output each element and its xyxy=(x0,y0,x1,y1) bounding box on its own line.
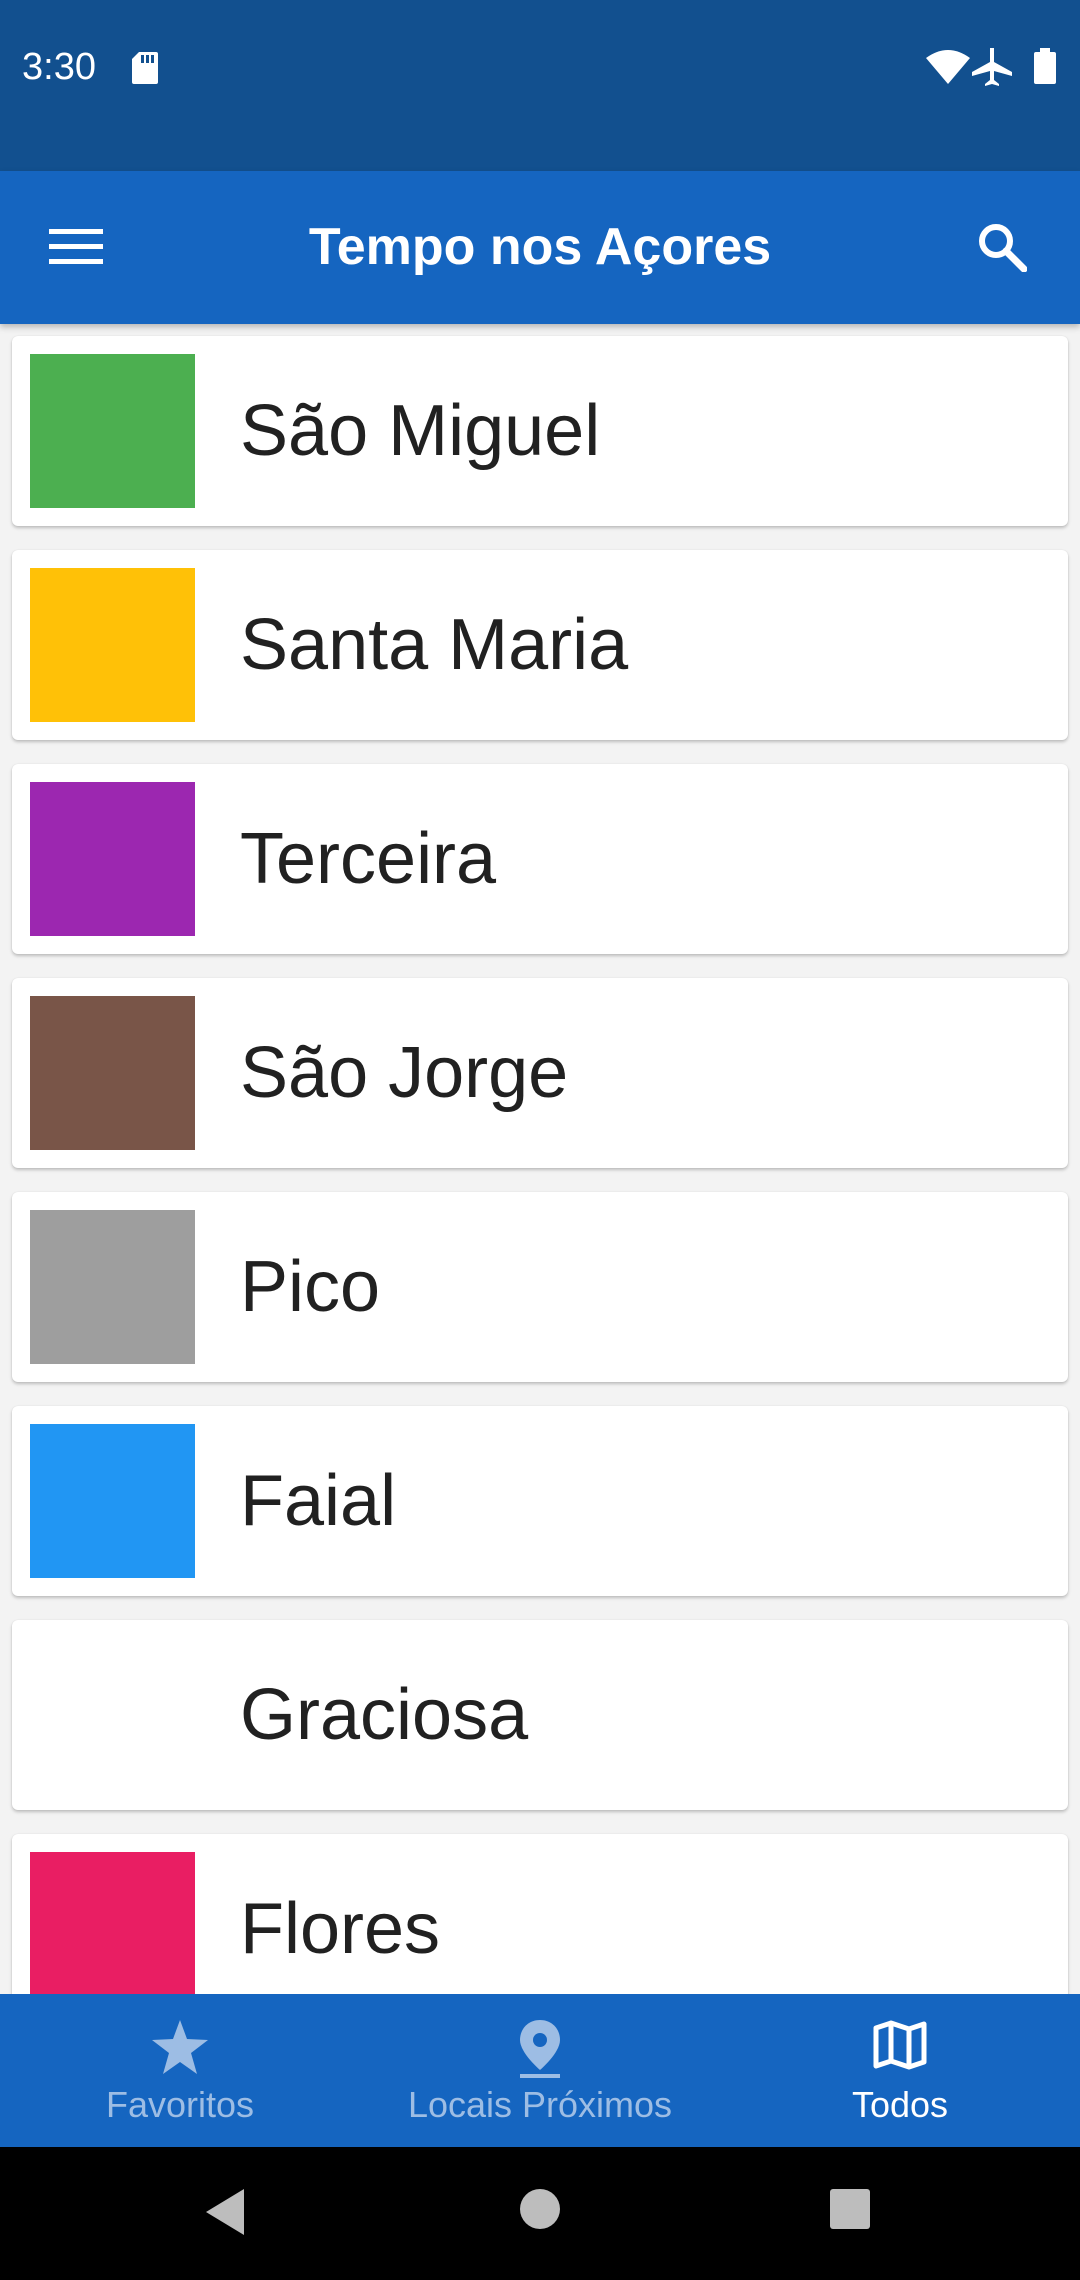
island-name: Terceira xyxy=(240,819,497,899)
app-title: Tempo nos Açores xyxy=(308,218,772,276)
island-color-swatch xyxy=(30,782,195,936)
island-color-swatch xyxy=(30,568,195,722)
island-name: Graciosa xyxy=(240,1675,529,1755)
island-list: São Miguel Santa Maria Terceira São Jorg… xyxy=(0,324,1080,1994)
island-color-swatch xyxy=(30,1424,195,1578)
status-time: 3:30 xyxy=(22,46,96,88)
island-card-pico[interactable]: Pico xyxy=(12,1192,1068,1382)
home-icon[interactable] xyxy=(518,2187,562,2236)
battery-icon xyxy=(1034,48,1056,89)
island-name: Faial xyxy=(240,1461,397,1541)
nav-favoritos[interactable]: Favoritos xyxy=(0,1994,360,2147)
island-card-santa-maria[interactable]: Santa Maria xyxy=(12,550,1068,740)
nav-locais-proximos[interactable]: Locais Próximos xyxy=(360,1994,720,2147)
status-bar: 3:30 xyxy=(0,0,1080,171)
nav-label: Locais Próximos xyxy=(407,2084,673,2125)
island-card-sao-miguel[interactable]: São Miguel xyxy=(12,336,1068,526)
system-nav-bar xyxy=(0,2147,1080,2280)
island-color-swatch xyxy=(30,354,195,508)
island-name: Pico xyxy=(240,1247,381,1327)
island-name: Flores xyxy=(240,1889,441,1969)
island-name: São Miguel xyxy=(240,391,601,471)
star-icon xyxy=(0,2020,360,2074)
island-card-terceira[interactable]: Terceira xyxy=(12,764,1068,954)
island-color-swatch xyxy=(30,1638,195,1792)
airplane-icon xyxy=(972,48,1012,91)
search-icon[interactable] xyxy=(966,211,1038,283)
nav-label: Favoritos xyxy=(105,2084,255,2125)
nav-label: Todos xyxy=(851,2084,949,2125)
island-name: Santa Maria xyxy=(240,605,629,685)
island-card-faial[interactable]: Faial xyxy=(12,1406,1068,1596)
bottom-nav: Favoritos Locais Próximos Todos xyxy=(0,1994,1080,2147)
island-color-swatch xyxy=(30,1852,195,1994)
nav-todos[interactable]: Todos xyxy=(720,1994,1080,2147)
app-bar: Tempo nos Açores xyxy=(0,171,1080,324)
island-color-swatch xyxy=(30,996,195,1150)
island-color-swatch xyxy=(30,1210,195,1364)
recents-icon[interactable] xyxy=(828,2187,872,2236)
back-icon[interactable] xyxy=(204,2187,246,2242)
island-name: São Jorge xyxy=(240,1033,569,1113)
location-pin-icon xyxy=(360,2020,720,2078)
island-card-graciosa[interactable]: Graciosa xyxy=(12,1620,1068,1810)
map-icon xyxy=(720,2020,1080,2070)
island-card-sao-jorge[interactable]: São Jorge xyxy=(12,978,1068,1168)
island-card-flores[interactable]: Flores xyxy=(12,1834,1068,1994)
wifi-icon xyxy=(926,50,970,89)
sd-card-icon xyxy=(132,52,158,89)
